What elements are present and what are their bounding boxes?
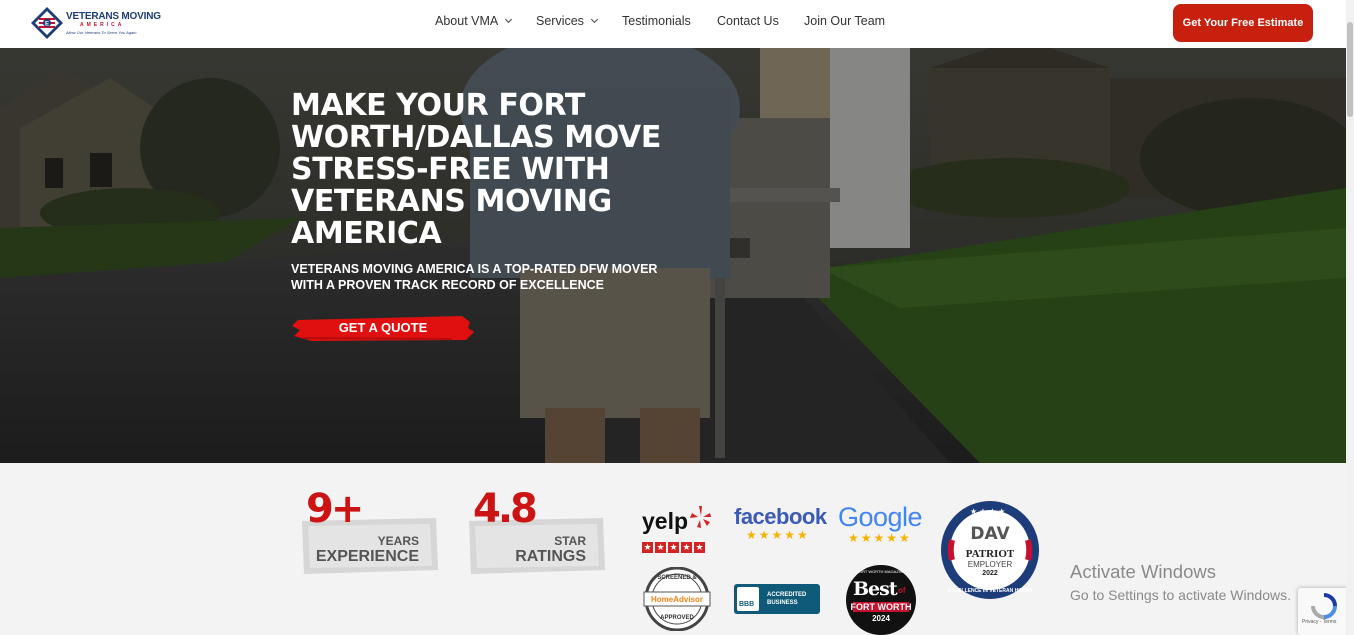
get-quote-label: GET A QUOTE bbox=[338, 320, 428, 335]
best-of-fort-worth-badge[interactable]: FORT WORTH MAGAZINE Best of FORT WORTH 2… bbox=[845, 564, 917, 635]
google-badge[interactable]: Google ★★★★★ bbox=[838, 502, 928, 548]
facebook-stars: ★★★★★ bbox=[746, 528, 810, 542]
logo-subname: AMERICA bbox=[80, 22, 125, 28]
best-of-word2: of bbox=[898, 586, 906, 595]
yelp-burst-icon bbox=[690, 506, 711, 528]
best-of-year: 2024 bbox=[872, 614, 890, 623]
google-wordmark: Google bbox=[838, 502, 923, 532]
dav-line2: EMPLOYER bbox=[967, 560, 1013, 569]
star-icon: ★ bbox=[694, 542, 705, 553]
site-logo[interactable]: E VETERANS MOVING AMERICA Allow Our Vete… bbox=[28, 4, 161, 42]
stat-ratings-big: RATINGS bbox=[515, 548, 586, 565]
best-of-word1: Best bbox=[853, 578, 898, 600]
nav-item-services[interactable]: Services bbox=[536, 14, 598, 28]
star-icon: ★ bbox=[655, 542, 666, 553]
hero-section: MAKE YOUR FORT WORTH/DALLAS MOVE STRESS-… bbox=[0, 48, 1346, 463]
logo-tagline: Allow Our Veterans To Serve You Again bbox=[66, 30, 137, 35]
nav-item-about[interactable]: About VMA bbox=[435, 14, 513, 28]
stat-ratings: 4.8 STAR RATINGS bbox=[467, 488, 612, 578]
activate-windows-subtitle: Go to Settings to activate Windows. bbox=[1070, 587, 1291, 603]
svg-text:E: E bbox=[45, 22, 49, 28]
hero-title: MAKE YOUR FORT WORTH/DALLAS MOVE STRESS-… bbox=[291, 88, 661, 251]
page-scrollbar[interactable] bbox=[1346, 0, 1354, 635]
homeadvisor-bottom: APPROVED bbox=[660, 615, 694, 621]
dav-year: 2022 bbox=[982, 570, 998, 577]
stat-ratings-small: STAR bbox=[554, 534, 586, 548]
stat-years: 9+ YEARS EXPERIENCE bbox=[300, 488, 445, 578]
recaptcha-links[interactable]: Privacy - Terms bbox=[1302, 619, 1336, 625]
nav-item-join[interactable]: Join Our Team bbox=[804, 14, 885, 28]
chevron-down-icon bbox=[590, 15, 598, 24]
best-of-top: FORT WORTH MAGAZINE bbox=[856, 569, 906, 574]
stat-years-number: 9+ bbox=[306, 486, 364, 532]
scrollbar-thumb[interactable] bbox=[1347, 22, 1353, 117]
hero-subtitle: VETERANS MOVING AMERICA IS A TOP-RATED D… bbox=[291, 262, 658, 292]
bbb-text2: BUSINESS bbox=[767, 600, 798, 606]
nav-label-services: Services bbox=[536, 14, 584, 28]
get-quote-button[interactable]: GET A QUOTE bbox=[292, 314, 474, 342]
stat-years-small: YEARS bbox=[377, 534, 419, 548]
page: E VETERANS MOVING AMERICA Allow Our Vete… bbox=[0, 0, 1354, 635]
logo-name: VETERANS MOVING bbox=[66, 11, 161, 22]
facebook-badge[interactable]: facebook ★★★★★ bbox=[734, 504, 827, 546]
chevron-down-icon bbox=[505, 15, 513, 24]
activate-windows-watermark: Activate Windows Go to Settings to activ… bbox=[1070, 562, 1291, 604]
nav-item-testimonials[interactable]: Testimonials bbox=[622, 14, 691, 28]
svg-text:★ ★ ★ ★: ★ ★ ★ ★ bbox=[970, 507, 1005, 516]
google-stars: ★★★★★ bbox=[848, 531, 912, 545]
dav-logo-text: DAV bbox=[970, 524, 1010, 544]
bbb-text1: ACCREDITED bbox=[767, 592, 807, 598]
logo-emblem-icon: E bbox=[31, 7, 63, 39]
homeadvisor-badge[interactable]: SCREENED & HomeAdvisor APPROVED bbox=[642, 566, 712, 632]
yelp-stars: ★ ★ ★ ★ ★ bbox=[642, 537, 707, 555]
dav-patriot-badge[interactable]: ★ ★ ★ ★ DAV PATRIOT EMPLOYER 2022 EXCELL… bbox=[940, 500, 1040, 600]
star-icon: ★ bbox=[642, 542, 653, 553]
recaptcha-icon bbox=[1311, 593, 1337, 619]
yelp-wordmark: yelp bbox=[642, 508, 689, 534]
homeadvisor-name: HomeAdvisor bbox=[650, 595, 703, 604]
star-icon: ★ bbox=[681, 542, 692, 553]
nav-item-contact[interactable]: Contact Us bbox=[717, 14, 779, 28]
bbb-badge[interactable]: BBB ACCREDITED BUSINESS bbox=[734, 584, 820, 614]
site-header: E VETERANS MOVING AMERICA Allow Our Vete… bbox=[0, 0, 1354, 48]
facebook-wordmark: facebook bbox=[734, 504, 827, 529]
free-estimate-button[interactable]: Get Your Free Estimate bbox=[1173, 4, 1313, 42]
activate-windows-title: Activate Windows bbox=[1070, 561, 1216, 582]
star-icon: ★ bbox=[668, 542, 679, 553]
yelp-badge[interactable]: yelp ★ ★ ★ ★ ★ bbox=[642, 502, 716, 553]
bbb-logo-text: BBB bbox=[739, 601, 755, 608]
stat-years-big: EXPERIENCE bbox=[315, 548, 419, 565]
homeadvisor-top: SCREENED & bbox=[657, 575, 697, 581]
best-of-city: FORT WORTH bbox=[850, 602, 912, 612]
stat-ratings-number: 4.8 bbox=[473, 486, 538, 532]
dav-ring-text: EXCELLENCE IN VETERAN HIRING bbox=[947, 588, 1033, 594]
dav-line1: PATRIOT bbox=[965, 548, 1015, 560]
nav-label-about: About VMA bbox=[435, 14, 499, 28]
